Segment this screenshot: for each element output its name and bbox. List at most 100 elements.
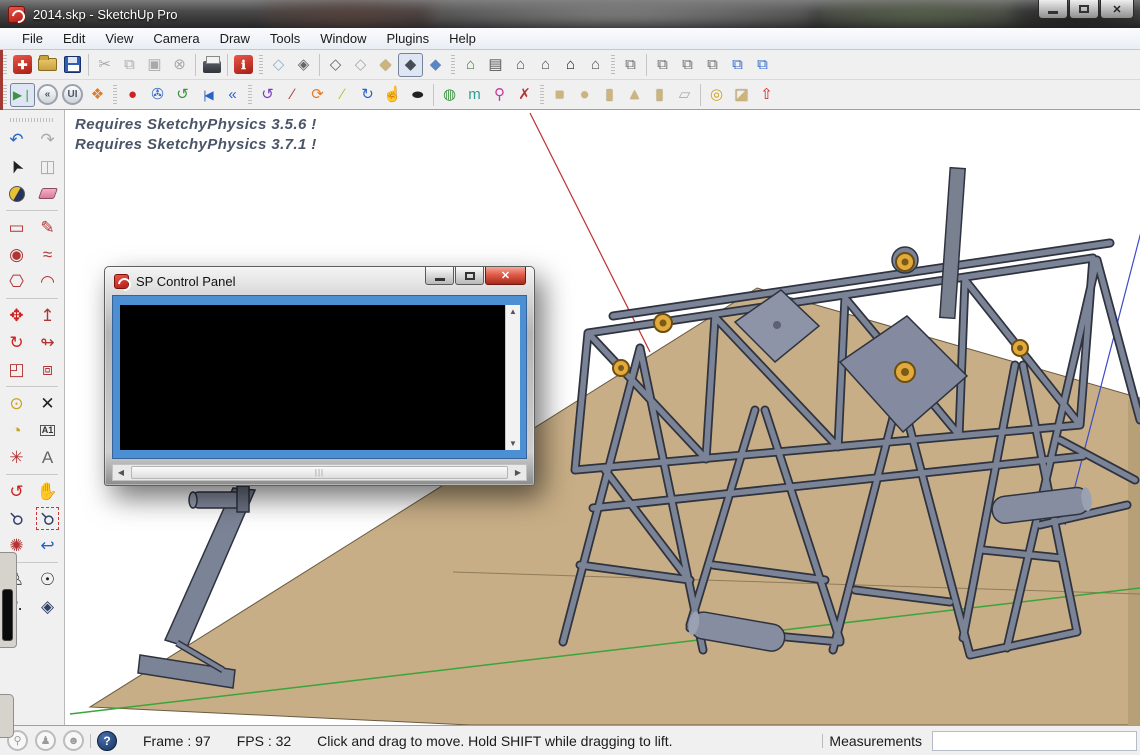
select-icon[interactable]: ➤ bbox=[3, 153, 30, 180]
title-bar[interactable]: 2014.skp - SketchUp Pro ✕ bbox=[0, 0, 1140, 28]
rotate-tool-icon[interactable]: ↻ bbox=[3, 329, 30, 356]
shape-cone-icon[interactable]: ▲ bbox=[622, 83, 647, 107]
style-wireframe-icon[interactable]: ◇ bbox=[323, 53, 348, 77]
physics-state-icon-3[interactable]: ⧉ bbox=[675, 53, 700, 77]
toolbar-grip[interactable] bbox=[3, 85, 7, 105]
scroll-right-icon[interactable]: ▶ bbox=[510, 468, 526, 477]
joint-touch-icon[interactable]: ☝ bbox=[380, 83, 405, 107]
shape-lift-icon[interactable]: ⇧ bbox=[754, 83, 779, 107]
menu-window[interactable]: Window bbox=[310, 29, 376, 48]
physics-state-icon-6[interactable]: ⧉ bbox=[750, 53, 775, 77]
physics-reset-icon[interactable]: « bbox=[35, 83, 60, 107]
line-tool-icon[interactable]: ✎ bbox=[34, 214, 61, 241]
model-info-icon[interactable]: ℹ bbox=[231, 53, 256, 77]
open-model-icon[interactable] bbox=[35, 53, 60, 77]
polygon-tool-icon[interactable]: ⎔ bbox=[3, 268, 30, 295]
view-iso-icon[interactable]: ⌂ bbox=[458, 53, 483, 77]
export-animation-icon[interactable]: ↺ bbox=[170, 83, 195, 107]
text-tool-icon[interactable]: A1 bbox=[34, 417, 61, 444]
arc-tool-icon[interactable]: ◠ bbox=[34, 268, 61, 295]
camera-icon[interactable]: ✇ bbox=[145, 83, 170, 107]
sp-close-button[interactable]: ✕ bbox=[485, 267, 526, 285]
follow-me-tool-icon[interactable]: ↬ bbox=[34, 329, 61, 356]
shape-sphere-icon[interactable]: ● bbox=[572, 83, 597, 107]
orbit-tool-icon[interactable]: ↺ bbox=[3, 478, 30, 505]
sp-minimize-button[interactable] bbox=[425, 267, 454, 285]
sp-panel-title-bar[interactable]: SP Control Panel ✕ bbox=[105, 267, 534, 295]
physics-state-icon-4[interactable]: ⧉ bbox=[700, 53, 725, 77]
view-right-icon[interactable]: ⌂ bbox=[533, 53, 558, 77]
shape-convex-icon[interactable]: ◪ bbox=[729, 83, 754, 107]
minimize-button[interactable] bbox=[1038, 0, 1068, 19]
docked-panel-corner[interactable] bbox=[0, 694, 14, 738]
sign-in-icon[interactable]: ☻ bbox=[63, 730, 84, 751]
pan-tool-icon[interactable]: ✋ bbox=[34, 478, 61, 505]
section-plane-icon[interactable]: ◈ bbox=[34, 593, 61, 620]
measurements-input[interactable] bbox=[932, 731, 1137, 751]
style-hidden-line-icon[interactable]: ◇ bbox=[348, 53, 373, 77]
scroll-left-icon[interactable]: ◀ bbox=[113, 468, 129, 477]
scale-tool-icon[interactable]: ◰ bbox=[3, 356, 30, 383]
view-front-icon[interactable]: ⌂ bbox=[508, 53, 533, 77]
eraser-icon[interactable] bbox=[34, 180, 61, 207]
axes-tool-icon[interactable]: ✳ bbox=[3, 444, 30, 471]
physics-state-icon-5[interactable]: ⧉ bbox=[725, 53, 750, 77]
toolbar-grip[interactable] bbox=[259, 55, 263, 75]
tape-measure-icon[interactable]: ⊙ bbox=[3, 390, 30, 417]
palette-grip[interactable] bbox=[10, 118, 54, 122]
joint-servo-icon[interactable]: ↻ bbox=[355, 83, 380, 107]
copy-icon[interactable]: ⧉ bbox=[117, 53, 142, 77]
offset-tool-icon[interactable]: ⧈ bbox=[34, 356, 61, 383]
credits-icon[interactable]: ♟ bbox=[35, 730, 56, 751]
sp-horizontal-scrollbar[interactable]: ◀ ||| ▶ bbox=[112, 464, 527, 481]
undo-icon[interactable]: ↶ bbox=[3, 126, 30, 153]
physics-ui-icon[interactable]: UI bbox=[60, 83, 85, 107]
shape-capsule-icon[interactable]: ▮ bbox=[647, 83, 672, 107]
print-icon[interactable] bbox=[199, 53, 224, 77]
make-component-icon[interactable]: ◫ bbox=[34, 153, 61, 180]
menu-help[interactable]: Help bbox=[439, 29, 486, 48]
help-icon[interactable]: ? bbox=[97, 731, 117, 751]
docked-panel-edge[interactable] bbox=[0, 552, 17, 648]
style-back-edges-icon[interactable]: ◈ bbox=[291, 53, 316, 77]
menu-draw[interactable]: Draw bbox=[210, 29, 260, 48]
scrollbar-thumb[interactable]: ||| bbox=[131, 466, 508, 479]
toolbar-grip[interactable] bbox=[451, 55, 455, 75]
physics-settings-icon[interactable]: ❖ bbox=[85, 83, 110, 107]
look-around-icon[interactable]: ☉ bbox=[34, 566, 61, 593]
dimension-tool-icon[interactable]: ✕ bbox=[34, 390, 61, 417]
joint-ellipse-icon[interactable]: ● bbox=[405, 83, 430, 107]
menu-camera[interactable]: Camera bbox=[143, 29, 209, 48]
zoom-previous-icon[interactable]: ↩ bbox=[34, 532, 61, 559]
zoom-window-tool-icon[interactable]: ⚲ bbox=[34, 505, 61, 532]
joint-motor-icon[interactable]: ⟳ bbox=[305, 83, 330, 107]
zoom-tool-icon[interactable]: ⚲ bbox=[3, 505, 30, 532]
toolbar-grip[interactable] bbox=[611, 55, 615, 75]
close-button[interactable]: ✕ bbox=[1100, 0, 1134, 19]
toolbar-grip[interactable] bbox=[3, 55, 7, 75]
menu-view[interactable]: View bbox=[95, 29, 143, 48]
view-top-icon[interactable]: ▤ bbox=[483, 53, 508, 77]
move-tool-icon[interactable]: ✥ bbox=[3, 302, 30, 329]
sp-vertical-scrollbar[interactable]: ▲ ▼ bbox=[505, 305, 520, 450]
shape-wheel-icon[interactable]: ◎ bbox=[704, 83, 729, 107]
scroll-up-icon[interactable]: ▲ bbox=[509, 305, 517, 318]
style-monochrome-icon[interactable]: ◆ bbox=[423, 53, 448, 77]
3d-text-tool-icon[interactable]: A bbox=[34, 444, 61, 471]
joint-slider-icon[interactable]: ∕ bbox=[280, 83, 305, 107]
maximize-button[interactable] bbox=[1069, 0, 1099, 19]
view-left-icon[interactable]: ⌂ bbox=[583, 53, 608, 77]
paint-bucket-icon[interactable] bbox=[3, 180, 30, 207]
erase-icon[interactable]: ⊗ bbox=[167, 53, 192, 77]
joint-pin-icon[interactable]: ⚲ bbox=[487, 83, 512, 107]
menu-plugins[interactable]: Plugins bbox=[377, 29, 440, 48]
style-shaded-textures-icon[interactable]: ◆ bbox=[398, 53, 423, 77]
toolbar-grip[interactable] bbox=[113, 85, 117, 105]
shape-floor-icon[interactable]: ▱ bbox=[672, 83, 697, 107]
joint-piston-icon[interactable]: ∕ bbox=[330, 83, 355, 107]
record-icon[interactable]: ● bbox=[120, 83, 145, 107]
new-model-icon[interactable]: ✚ bbox=[10, 53, 35, 77]
shape-box-icon[interactable]: ■ bbox=[547, 83, 572, 107]
style-shaded-icon[interactable]: ◆ bbox=[373, 53, 398, 77]
physics-play-pause-icon[interactable]: ▶❘ bbox=[10, 83, 35, 107]
